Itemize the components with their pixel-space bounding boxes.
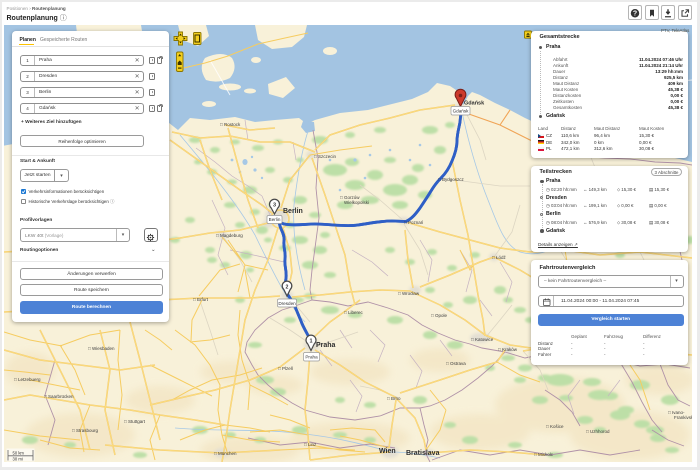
svg-text:□ Saarbrücken: □ Saarbrücken xyxy=(44,394,74,399)
svg-text:□ Szczecin: □ Szczecin xyxy=(314,154,336,159)
svg-text:□ Wiesbaden: □ Wiesbaden xyxy=(88,346,115,351)
svg-text:□ München: □ München xyxy=(214,451,237,456)
svg-text:50 km: 50 km xyxy=(13,451,25,456)
svg-text:□ Poznań: □ Poznań xyxy=(404,220,424,225)
svg-text:□ Opole: □ Opole xyxy=(431,313,447,318)
svg-text:3: 3 xyxy=(273,203,276,209)
svg-text:?: ? xyxy=(633,10,637,17)
svg-text:□ Liberec: □ Liberec xyxy=(344,310,363,315)
svg-text:Dresden: Dresden xyxy=(278,301,296,306)
svg-text:2: 2 xyxy=(286,285,289,291)
svg-text:□ Kraków: □ Kraków xyxy=(498,347,518,352)
svg-text:Praha: Praha xyxy=(316,342,336,349)
svg-text:Berlin: Berlin xyxy=(269,217,281,222)
svg-text:□ Magdeburg: □ Magdeburg xyxy=(216,233,243,238)
svg-text:□ Erfurt: □ Erfurt xyxy=(193,297,209,302)
svg-text:Bratislava: Bratislava xyxy=(406,450,440,457)
svg-text:□ Brno: □ Brno xyxy=(387,396,401,401)
svg-text:□ Bydgoszcz: □ Bydgoszcz xyxy=(438,177,464,182)
svg-text:□ Ostrava: □ Ostrava xyxy=(446,361,466,366)
svg-text:□ Wrocław: □ Wrocław xyxy=(398,291,420,296)
svg-text:Wielkopolski: Wielkopolski xyxy=(344,200,369,205)
svg-text:□ Strasbourg: □ Strasbourg xyxy=(72,428,98,433)
svg-text:Berlin: Berlin xyxy=(283,208,303,215)
svg-text:□ Stuttgart: □ Stuttgart xyxy=(124,419,146,424)
svg-text:Gdańsk: Gdańsk xyxy=(453,109,470,114)
svg-text:Wien: Wien xyxy=(379,448,396,455)
svg-text:□ Uzhhorod: □ Uzhhorod xyxy=(586,429,610,434)
svg-text:□ Letzebuerg: □ Letzebuerg xyxy=(14,377,41,382)
svg-text:30 mi: 30 mi xyxy=(13,456,23,461)
svg-text:1: 1 xyxy=(309,339,312,345)
svg-text:□ Miskolc: □ Miskolc xyxy=(534,452,554,457)
svg-text:□ Košice: □ Košice xyxy=(546,424,564,429)
svg-text:Frankivsk: Frankivsk xyxy=(674,415,692,420)
svg-text:Praha: Praha xyxy=(305,355,318,360)
svg-text:□ Plzeň: □ Plzeň xyxy=(278,366,294,371)
svg-text:□ Katowice: □ Katowice xyxy=(471,337,494,342)
svg-text:Gdańsk: Gdańsk xyxy=(464,101,485,107)
svg-text:□ Rostock: □ Rostock xyxy=(220,122,241,127)
svg-text:□ Łódź: □ Łódź xyxy=(492,255,506,260)
svg-text:□ Linz: □ Linz xyxy=(304,442,317,447)
